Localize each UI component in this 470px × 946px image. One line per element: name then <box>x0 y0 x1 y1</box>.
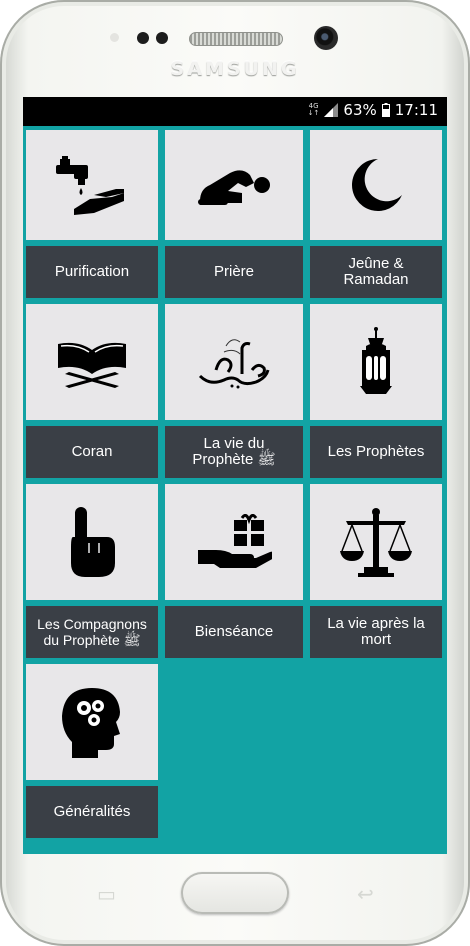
category-label-priere[interactable]: Prière <box>165 246 303 298</box>
head-gears-icon <box>62 688 120 758</box>
clock: 17:11 <box>394 101 438 119</box>
app-screen: 4G ↓↑ 63% 17:11 Purification Prière Jeûn… <box>23 97 447 854</box>
scales-icon <box>340 508 412 577</box>
phone-frame: SAMSUNG 4G ↓↑ 63% 17:11 Purification Pri… <box>0 0 470 946</box>
status-bar: 4G ↓↑ 63% 17:11 <box>23 97 447 126</box>
proximity-sensor <box>110 33 119 42</box>
crescent-moon-icon <box>352 159 402 211</box>
category-label-vie-prophete[interactable]: La vie du Prophète ﷺ <box>165 426 303 478</box>
quran-book-icon <box>58 342 126 388</box>
home-button[interactable] <box>181 872 289 914</box>
category-tile-priere[interactable] <box>165 130 303 240</box>
category-label-jeune-ramadan[interactable]: Jeûne & Ramadan <box>310 246 442 298</box>
lantern-icon <box>360 327 392 394</box>
category-grid: Purification Prière Jeûne & Ramadan Cora… <box>26 130 444 838</box>
category-tile-generalites[interactable] <box>26 664 158 780</box>
category-tile-prophetes[interactable] <box>310 304 442 420</box>
category-label-compagnons[interactable]: Les Compagnons du Prophète ﷺ <box>26 606 158 658</box>
front-sensor-dot <box>137 32 149 44</box>
category-label-prophetes[interactable]: Les Prophètes <box>310 426 442 478</box>
raised-finger-icon <box>71 507 115 577</box>
muhammad-calligraphy-icon <box>198 339 270 389</box>
gift-hand-icon <box>198 514 272 568</box>
prostration-icon <box>198 170 270 205</box>
category-tile-purification[interactable] <box>26 130 158 240</box>
recent-apps-key[interactable]: ▭ <box>97 882 116 906</box>
water-hands-icon <box>56 156 124 215</box>
category-label-coran[interactable]: Coran <box>26 426 158 478</box>
category-label-vie-apres-mort[interactable]: La vie après la mort <box>310 606 442 658</box>
back-key-icon[interactable]: ↩ <box>357 882 374 906</box>
category-label-generalites[interactable]: Généralités <box>26 786 158 838</box>
battery-icon <box>381 103 390 117</box>
signal-icon <box>324 103 339 117</box>
front-camera <box>314 26 338 50</box>
battery-percent: 63% <box>343 101 377 119</box>
category-label-purification[interactable]: Purification <box>26 246 158 298</box>
network-type-icon: 4G ↓↑ <box>307 102 320 117</box>
category-tile-bienseance[interactable] <box>165 484 303 600</box>
category-tile-vie-prophete[interactable] <box>165 304 303 420</box>
category-tile-coran[interactable] <box>26 304 158 420</box>
category-tile-vie-apres-mort[interactable] <box>310 484 442 600</box>
category-label-bienseance[interactable]: Bienséance <box>165 606 303 658</box>
brand-logo: SAMSUNG <box>170 58 300 80</box>
front-sensor-dot <box>156 32 168 44</box>
category-tile-compagnons[interactable] <box>26 484 158 600</box>
category-tile-jeune-ramadan[interactable] <box>310 130 442 240</box>
earpiece-speaker <box>189 32 283 46</box>
